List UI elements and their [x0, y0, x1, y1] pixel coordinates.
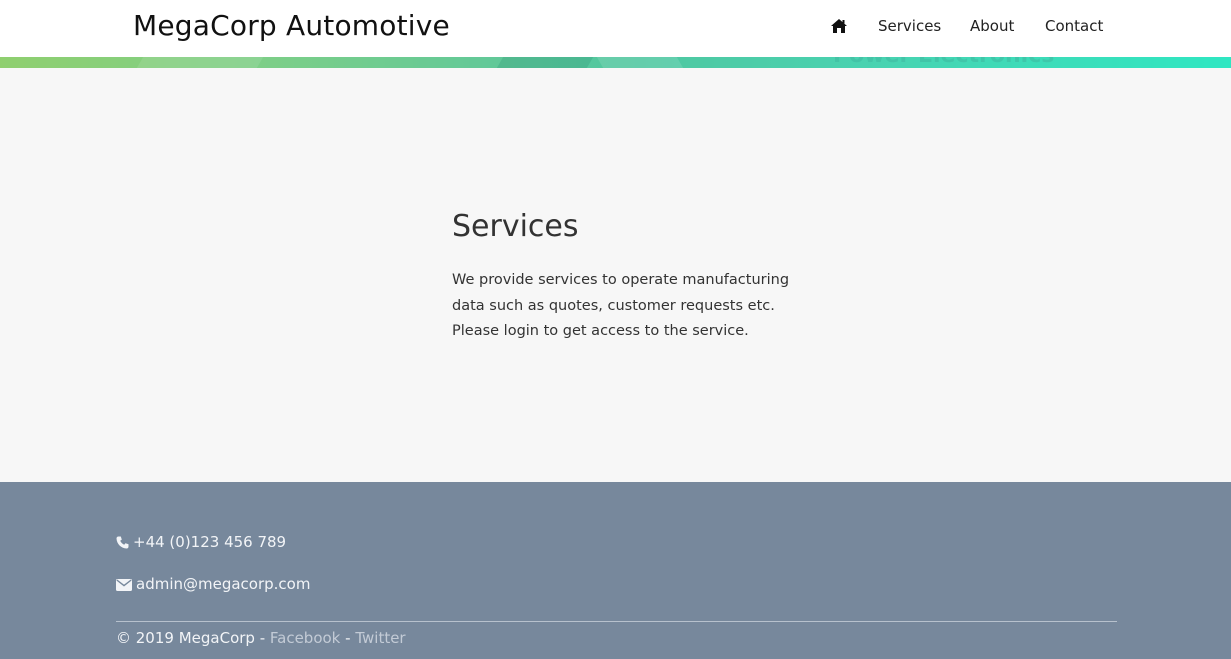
email-address[interactable]: admin@megacorp.com [136, 575, 310, 593]
copyright-text: © 2019 MegaCorp - [116, 629, 270, 647]
footer-divider [116, 621, 1117, 622]
twitter-link[interactable]: Twitter [355, 629, 405, 647]
phone-number: +44 (0)123 456 789 [133, 533, 287, 551]
description-line: We provide services to operate manufactu… [452, 272, 790, 288]
brand-title[interactable]: MegaCorp Automotive [133, 9, 450, 42]
nav-about[interactable]: About [970, 17, 1014, 35]
top-navbar: MegaCorp Automotive Services About Conta… [0, 0, 1231, 57]
link-separator: - [340, 629, 356, 647]
envelope-icon [116, 577, 132, 595]
services-section: Services We provide services to operate … [0, 68, 1231, 482]
services-description: We provide services to operate manufactu… [452, 268, 792, 345]
hero-banner-edge: Power Electronics [0, 57, 1231, 68]
nav-contact[interactable]: Contact [1045, 17, 1103, 35]
footer-email: admin@megacorp.com [116, 575, 310, 595]
footer-phone: +44 (0)123 456 789 [116, 533, 286, 553]
description-line: Please login to get access to the servic… [452, 323, 749, 339]
facebook-link[interactable]: Facebook [270, 629, 340, 647]
description-line: data such as quotes, customer requests e… [452, 297, 775, 314]
footer-copyright: © 2019 MegaCorp - Facebook - Twitter [116, 629, 406, 647]
phone-icon [116, 535, 129, 553]
footer: +44 (0)123 456 789 admin@megacorp.com © … [0, 482, 1231, 659]
page-title: Services [452, 209, 579, 244]
home-icon [831, 19, 847, 33]
nav-services[interactable]: Services [878, 17, 941, 35]
nav-home[interactable] [831, 19, 847, 33]
banner-partial-text: Power Electronics [833, 57, 1054, 68]
